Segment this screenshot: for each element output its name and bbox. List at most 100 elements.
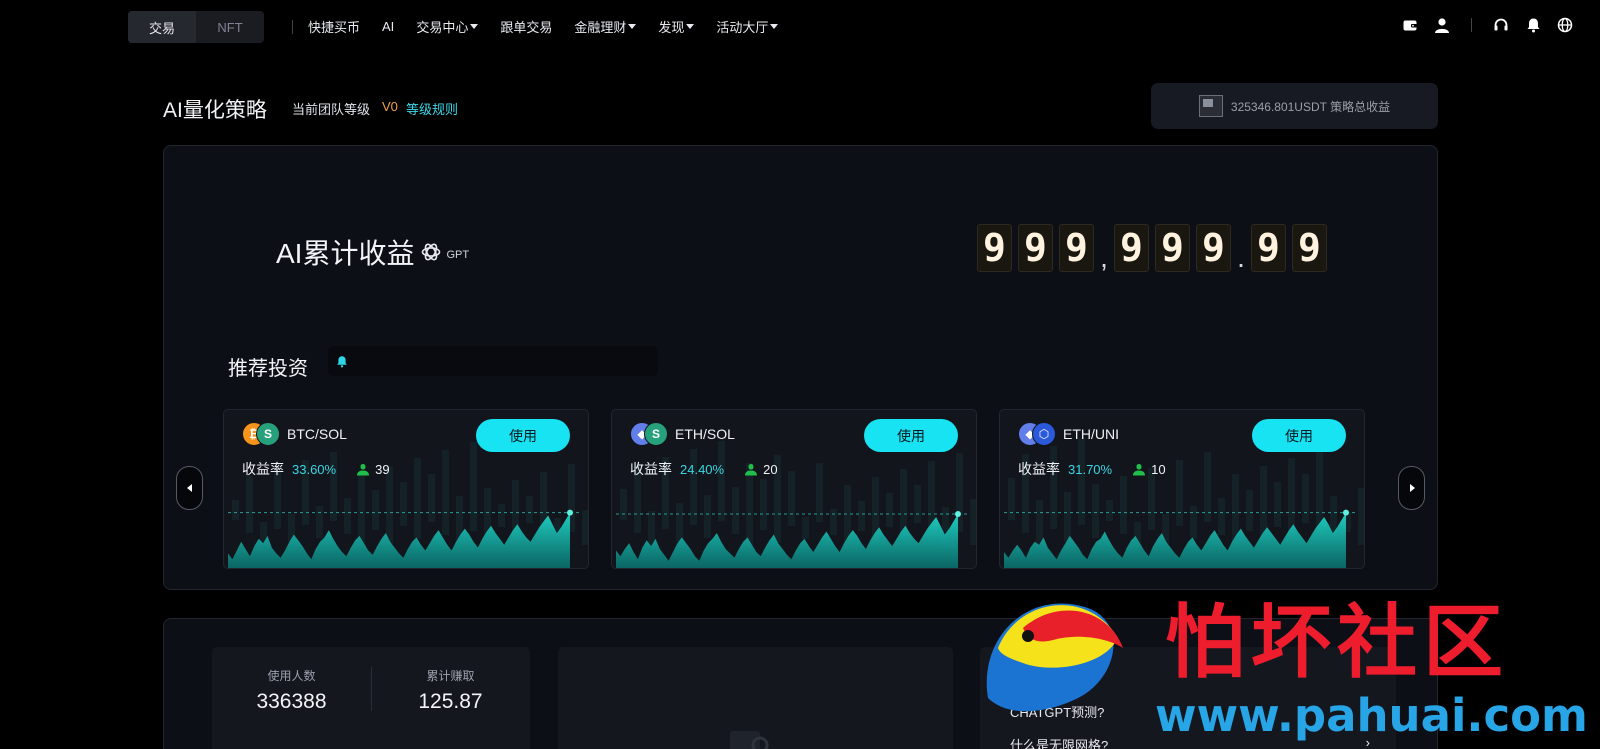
yield-sparkline bbox=[228, 509, 582, 568]
caret-down-icon bbox=[628, 24, 637, 29]
strategy-card: ₿ S BTC/SOL 使用 收益率 33.60% 39 bbox=[223, 409, 589, 569]
nav-link-label: 跟单交易 bbox=[500, 20, 553, 35]
notice-bar bbox=[328, 346, 658, 376]
user-icon[interactable] bbox=[1433, 16, 1451, 34]
use-strategy-button[interactable]: 使用 bbox=[1252, 419, 1346, 452]
counter-digit: 9 bbox=[977, 224, 1012, 272]
segment-nft[interactable]: NFT bbox=[196, 11, 264, 43]
card-header: ₿ S BTC/SOL bbox=[242, 422, 347, 446]
earnings-counter: 9 9 9 , 9 9 9 . 9 9 bbox=[977, 224, 1327, 272]
use-strategy-button[interactable]: 使用 bbox=[864, 419, 958, 452]
yield-sparkline bbox=[616, 511, 970, 568]
bell-notice-icon bbox=[337, 355, 347, 367]
sparkline-area bbox=[616, 514, 958, 568]
card-stats: 收益率 31.70% 10 bbox=[1018, 459, 1166, 479]
yield-sparkline bbox=[1004, 509, 1358, 568]
caret-right-icon bbox=[1409, 484, 1415, 492]
nav-link-label: 快捷买币 bbox=[308, 20, 361, 35]
page-title: AI量化策略 bbox=[163, 99, 267, 122]
users-count: 20 bbox=[763, 461, 778, 477]
carousel-prev-button[interactable] bbox=[176, 466, 203, 510]
ai-earnings-panel: AI累计收益 GPT 9 9 9 , 9 9 9 . 9 9 推荐投资 ₿ S … bbox=[163, 145, 1438, 590]
yield-value: 33.60% bbox=[292, 461, 337, 477]
card-header: ◆ S ETH/SOL bbox=[630, 422, 735, 446]
nav-events[interactable]: 活动大厅 bbox=[716, 17, 779, 36]
sparkline-area bbox=[228, 512, 570, 568]
card-stats: 收益率 24.40% 20 bbox=[630, 459, 778, 479]
sparkline-end-dot bbox=[955, 511, 961, 517]
recommend-title: 推荐投资 bbox=[228, 358, 308, 380]
strategy-card: ◆ ⬡ ETH/UNI 使用 收益率 31.70% 10 bbox=[999, 409, 1365, 569]
nav-right bbox=[1401, 16, 1574, 34]
caret-down-icon bbox=[470, 24, 479, 29]
trading-pair: BTC/SOL bbox=[287, 426, 347, 442]
strategy-card: ◆ S ETH/SOL 使用 收益率 24.40% 20 bbox=[611, 409, 977, 569]
nav-ai[interactable]: AI bbox=[382, 17, 394, 36]
faq-question: CHATGPT预测? bbox=[1010, 705, 1105, 720]
caret-down-icon bbox=[770, 24, 779, 29]
users-icon bbox=[1133, 463, 1146, 475]
nav-right-divider bbox=[1471, 18, 1472, 32]
nav-link-label: 交易中心 bbox=[416, 20, 469, 35]
bell-icon[interactable] bbox=[1524, 16, 1542, 34]
counter-digit: 9 bbox=[1292, 224, 1327, 272]
earned-stat: 累计赚取 125.87 bbox=[371, 667, 530, 714]
sparkline-end-dot bbox=[1343, 509, 1349, 516]
users-count: 10 bbox=[1151, 461, 1166, 477]
use-strategy-button[interactable]: 使用 bbox=[476, 419, 570, 452]
nav-links: 快捷买币 AI 交易中心 跟单交易 金融理财 发现 活动大厅 bbox=[308, 17, 800, 36]
card-stats: 收益率 33.60% 39 bbox=[242, 459, 390, 479]
caret-left-icon bbox=[186, 484, 192, 492]
users-stat: 使用人数 336388 bbox=[212, 667, 371, 714]
carousel-next-button[interactable] bbox=[1398, 466, 1425, 510]
card-header: ◆ ⬡ ETH/UNI bbox=[1018, 422, 1119, 446]
nav-finance[interactable]: 金融理财 bbox=[574, 17, 637, 36]
nav-divider bbox=[292, 20, 293, 34]
counter-separator: , bbox=[1100, 242, 1108, 273]
counter-digit: 9 bbox=[1059, 224, 1094, 272]
team-level-value: V0 bbox=[382, 99, 398, 114]
users-label: 使用人数 bbox=[267, 669, 316, 683]
level-rules-link[interactable]: 等级规则 bbox=[406, 99, 458, 118]
team-level-label: 当前团队等级 bbox=[292, 102, 371, 117]
globe-icon[interactable] bbox=[1556, 16, 1574, 34]
nav-trade-center[interactable]: 交易中心 bbox=[416, 17, 479, 36]
nav-discover[interactable]: 发现 bbox=[658, 17, 695, 36]
openai-icon bbox=[422, 243, 441, 261]
caret-down-icon bbox=[686, 24, 695, 29]
users-value: 336388 bbox=[256, 690, 327, 713]
headset-icon[interactable] bbox=[1492, 16, 1510, 34]
coin-icon: S bbox=[644, 422, 668, 446]
wallet-icon[interactable] bbox=[1401, 16, 1419, 34]
trading-pair: ETH/UNI bbox=[1063, 426, 1119, 442]
yield-value: 24.40% bbox=[680, 461, 725, 477]
strategy-total-earnings: 325346.801USDT 策略总收益 bbox=[1151, 83, 1438, 129]
users-icon bbox=[745, 463, 758, 475]
nav-quick-buy[interactable]: 快捷买币 bbox=[308, 17, 360, 36]
yield-label: 收益率 bbox=[1018, 461, 1060, 477]
total-earnings-text: 325346.801USDT 策略总收益 bbox=[1230, 99, 1391, 114]
counter-digit: 9 bbox=[1114, 224, 1149, 272]
counter-digit: 9 bbox=[1196, 224, 1231, 272]
coin-icon: S bbox=[256, 422, 280, 446]
counter-digit: 9 bbox=[1251, 224, 1286, 272]
coin-icon: ⬡ bbox=[1032, 422, 1056, 446]
nav-copy-trading[interactable]: 跟单交易 bbox=[500, 17, 552, 36]
counter-digit: 9 bbox=[1018, 224, 1053, 272]
nav-link-label: AI bbox=[382, 19, 395, 34]
earned-label: 累计赚取 bbox=[426, 669, 475, 683]
users-count: 39 bbox=[375, 461, 390, 477]
nav-link-label: 活动大厅 bbox=[716, 20, 769, 35]
ai-earnings-title-text: AI累计收益 bbox=[276, 238, 415, 269]
trading-pair: ETH/SOL bbox=[675, 426, 735, 442]
watermark-text: 怕坏社区 bbox=[1165, 596, 1509, 689]
market-switch: 交易 NFT bbox=[128, 11, 264, 43]
nav-link-label: 发现 bbox=[658, 20, 685, 35]
earned-value: 125.87 bbox=[418, 690, 483, 713]
segment-trade[interactable]: 交易 bbox=[128, 11, 196, 43]
users-icon bbox=[357, 463, 370, 475]
stats-box: 使用人数 336388 累计赚取 125.87 bbox=[212, 647, 530, 749]
yield-label: 收益率 bbox=[242, 461, 284, 477]
nav-link-label: 金融理财 bbox=[574, 20, 627, 35]
watermark-url: www.pahuai.com bbox=[1155, 689, 1588, 742]
